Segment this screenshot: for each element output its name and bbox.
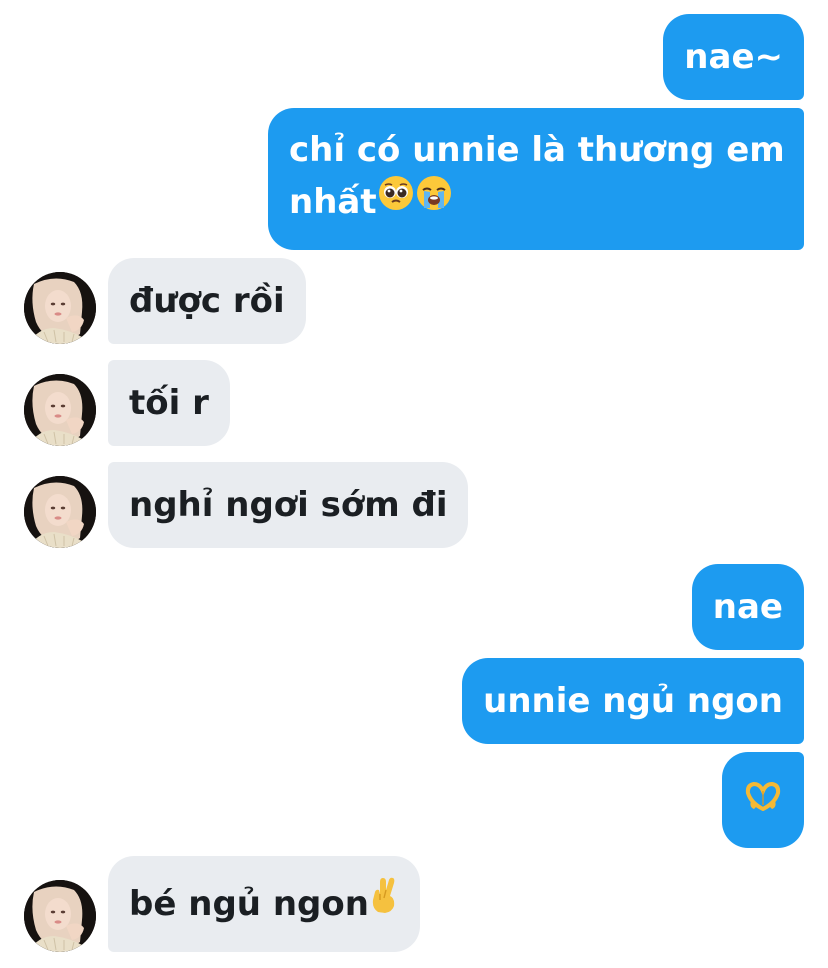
message-text: nae~: [684, 37, 783, 77]
message-text: tối r: [129, 383, 209, 423]
message-text: bé ngủ ngon: [129, 884, 369, 924]
message-text: được rồi: [129, 281, 285, 321]
incoming-message-bubble[interactable]: tối r: [108, 360, 230, 446]
crossed-fingers-icon: [369, 871, 399, 935]
message-text: nae: [712, 587, 783, 627]
outgoing-message-bubble[interactable]: nae: [691, 564, 804, 650]
message-text-line-2: nhất: [289, 176, 783, 230]
contact-avatar[interactable]: [24, 374, 96, 446]
outgoing-message-bubble[interactable]: chỉ có unnie là thương em nhất: [268, 108, 804, 250]
message-text: nghỉ ngơi sớm đi: [129, 485, 448, 525]
message-text-line-2-text: nhất: [289, 182, 377, 222]
contact-avatar[interactable]: [24, 880, 96, 952]
contact-avatar[interactable]: [24, 476, 96, 548]
loudly-crying-face-icon: [415, 174, 453, 227]
incoming-message-bubble[interactable]: nghỉ ngơi sớm đi: [108, 462, 469, 548]
message-text: unnie ngủ ngon: [483, 681, 783, 721]
pleading-face-icon: [377, 174, 415, 227]
outgoing-message-bubble[interactable]: unnie ngủ ngon: [462, 658, 804, 744]
incoming-message-bubble[interactable]: được rồi: [108, 258, 306, 344]
incoming-message-bubble[interactable]: bé ngủ ngon: [108, 856, 420, 952]
outgoing-emoji-bubble[interactable]: [722, 752, 804, 848]
message-text-line-1: chỉ có unnie là thương em: [289, 130, 785, 170]
heart-hands-icon: [745, 774, 781, 826]
outgoing-message-bubble[interactable]: nae~: [663, 14, 804, 100]
contact-avatar[interactable]: [24, 272, 96, 344]
